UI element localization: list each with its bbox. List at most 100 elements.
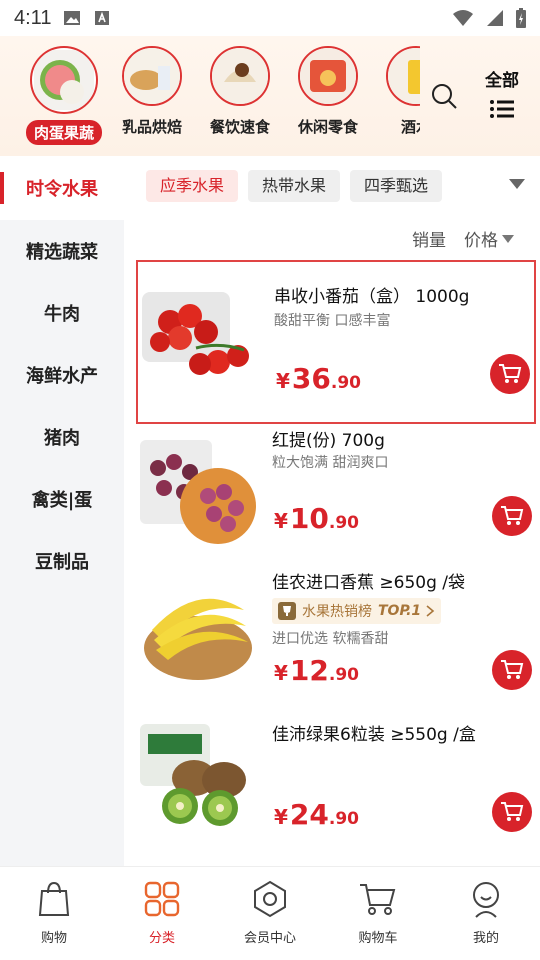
sidebar-item-poultry-egg[interactable]: 禽类|蛋 bbox=[0, 468, 124, 530]
nav-category[interactable]: 分类 bbox=[108, 867, 216, 960]
nav-cart[interactable]: 购物车 bbox=[324, 867, 432, 960]
snack-thumbnail-icon bbox=[300, 48, 356, 104]
guava-thumbnail-icon bbox=[34, 50, 94, 110]
product-description: 粒大饱满 甜润爽口 bbox=[272, 455, 389, 471]
ranking-label: 水果热销榜 bbox=[302, 604, 372, 620]
price-integer: 12 bbox=[289, 654, 329, 687]
trophy-icon bbox=[278, 602, 296, 620]
subtab-tropical[interactable]: 热带水果 bbox=[248, 170, 341, 202]
cart-icon bbox=[501, 660, 524, 679]
price-decimal: .90 bbox=[330, 373, 362, 393]
ranking-top: TOP.1 bbox=[378, 603, 422, 619]
nav-shopping[interactable]: 购物 bbox=[0, 867, 108, 960]
price-currency: ¥ bbox=[274, 509, 288, 533]
product-price: ¥ 24 .90 bbox=[274, 798, 359, 831]
status-bar: 4:11 bbox=[0, 0, 540, 36]
category-thumbnail bbox=[122, 46, 182, 106]
product-price: ¥ 12 .90 bbox=[274, 654, 359, 687]
nav-label: 会员中心 bbox=[243, 931, 296, 946]
nav-member-center[interactable]: 会员中心 bbox=[216, 867, 324, 960]
product-card-red-grape[interactable]: 红提(份) 700g 粒大饱满 甜润爽口 ¥ 10 .90 bbox=[136, 422, 536, 582]
subtab-row: 应季水果 热带水果 四季甄选 bbox=[146, 170, 443, 202]
subtab-seasonal[interactable]: 应季水果 bbox=[146, 170, 239, 202]
product-price: ¥ 36 .90 bbox=[276, 362, 361, 395]
dumpling-thumbnail-icon bbox=[212, 48, 268, 104]
shopping-bag-icon bbox=[38, 881, 70, 916]
kiwi-image bbox=[140, 724, 246, 826]
cart-icon bbox=[501, 506, 524, 525]
product-name: 红提(份) 700g bbox=[272, 431, 385, 451]
top-category-label: 乳品烘焙 bbox=[121, 118, 182, 136]
nav-label: 我的 bbox=[472, 931, 499, 946]
sidebar-item-tofu[interactable]: 豆制品 bbox=[0, 530, 124, 592]
product-card-banana[interactable]: 佳农进口香蕉 ≥650g /袋 水果热销榜 TOP.1 进口优选 软糯香甜 ¥ … bbox=[136, 560, 536, 710]
category-thumbnail bbox=[298, 46, 358, 106]
wifi-icon bbox=[453, 10, 473, 26]
subtab-year-round[interactable]: 四季甄选 bbox=[350, 170, 443, 202]
price-integer: 24 bbox=[289, 798, 329, 831]
sidebar-item-beef[interactable]: 牛肉 bbox=[0, 282, 124, 344]
top-category-fast-food[interactable]: 餐饮速食 bbox=[196, 46, 284, 137]
signal-icon bbox=[487, 10, 503, 26]
price-integer: 36 bbox=[291, 362, 331, 395]
top-category-snacks[interactable]: 休闲零食 bbox=[284, 46, 372, 137]
top-category-label: 酒水 bbox=[400, 118, 420, 136]
nav-label: 购物 bbox=[40, 931, 67, 946]
top-category-meat-egg-fruit-veg[interactable]: 肉蛋果蔬 bbox=[20, 46, 108, 145]
top-category-label: 餐饮速食 bbox=[209, 118, 270, 136]
price-currency: ¥ bbox=[274, 661, 288, 685]
add-to-cart-button[interactable] bbox=[492, 792, 532, 832]
caret-down-icon bbox=[502, 234, 514, 243]
list-menu-icon bbox=[490, 100, 514, 118]
cart-icon bbox=[501, 802, 524, 821]
top-category-scroll[interactable]: 肉蛋果蔬 乳品烘焙 餐饮速食 休闲零食 酒 bbox=[0, 36, 420, 156]
product-name: 佳沛绿果6粒装 ≥550g /盒 bbox=[272, 725, 476, 745]
top-category-drinks[interactable]: 酒水 bbox=[372, 46, 420, 137]
hot-ranking-badge[interactable]: 水果热销榜 TOP.1 bbox=[272, 598, 442, 624]
nav-mine[interactable]: 我的 bbox=[432, 867, 540, 960]
sort-price-label: 价格 bbox=[464, 231, 498, 251]
price-integer: 10 bbox=[289, 502, 329, 535]
product-description: 进口优选 软糯香甜 bbox=[272, 631, 389, 647]
all-categories-label: 全部 bbox=[485, 71, 519, 91]
cherry-tomato-image bbox=[142, 292, 249, 375]
price-decimal: .90 bbox=[328, 513, 360, 533]
cart-icon bbox=[360, 884, 396, 915]
member-hexagon-icon bbox=[254, 880, 286, 918]
product-name: 佳农进口香蕉 ≥650g /袋 bbox=[272, 573, 466, 593]
photo-notification-icon bbox=[64, 11, 81, 25]
all-categories-button[interactable]: 全部 bbox=[474, 66, 530, 123]
product-price: ¥ 10 .90 bbox=[274, 502, 359, 535]
price-decimal: .90 bbox=[328, 665, 360, 685]
category-thumbnail bbox=[386, 46, 420, 106]
sidebar-item-pork[interactable]: 猪肉 bbox=[0, 406, 124, 468]
subtab-expand-icon[interactable] bbox=[508, 178, 526, 190]
sort-by-sales[interactable]: 销量 bbox=[412, 226, 446, 251]
category-thumbnail bbox=[30, 46, 98, 114]
sort-by-price[interactable]: 价格 bbox=[464, 226, 514, 251]
add-to-cart-button[interactable] bbox=[492, 496, 532, 536]
category-grid-icon bbox=[144, 881, 180, 917]
product-card-cherry-tomato[interactable]: 串收小番茄（盒） 1000g 酸甜平衡 口感丰富 ¥ 36 .90 bbox=[136, 260, 536, 424]
drink-thumbnail-icon bbox=[388, 48, 420, 104]
banana-image bbox=[144, 598, 252, 680]
product-name: 串收小番茄（盒） 1000g bbox=[274, 287, 470, 307]
add-to-cart-button[interactable] bbox=[490, 354, 530, 394]
bread-milk-thumbnail-icon bbox=[124, 48, 180, 104]
app-notification-icon bbox=[95, 11, 110, 25]
sidebar-item-seafood[interactable]: 海鲜水产 bbox=[0, 344, 124, 406]
battery-icon bbox=[516, 8, 526, 28]
top-category-dairy-bakery[interactable]: 乳品烘焙 bbox=[108, 46, 196, 137]
search-icon[interactable] bbox=[430, 82, 458, 110]
red-grape-image bbox=[140, 440, 256, 544]
sidebar: 时令水果 精选蔬菜 牛肉 海鲜水产 猪肉 禽类|蛋 豆制品 bbox=[0, 156, 124, 866]
sidebar-item-vegetables[interactable]: 精选蔬菜 bbox=[0, 220, 124, 282]
top-category-label: 休闲零食 bbox=[297, 118, 358, 136]
sidebar-item-seasonal-fruit[interactable]: 时令水果 bbox=[0, 156, 124, 220]
product-card-kiwi[interactable]: 佳沛绿果6粒装 ≥550g /盒 ¥ 24 .90 bbox=[136, 712, 536, 862]
price-currency: ¥ bbox=[276, 369, 290, 393]
profile-icon bbox=[473, 882, 499, 918]
status-time: 4:11 bbox=[14, 6, 52, 29]
add-to-cart-button[interactable] bbox=[492, 650, 532, 690]
nav-label: 购物车 bbox=[358, 931, 398, 946]
